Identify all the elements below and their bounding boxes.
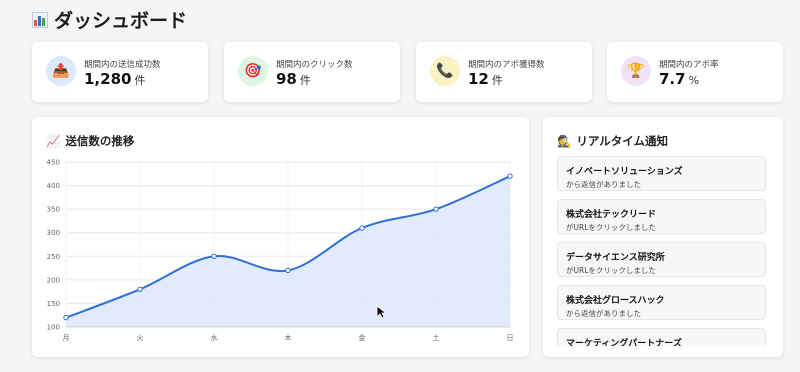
notification-list[interactable]: イノベートソリューションズ から返信がありました 株式会社テックリード がURL… bbox=[557, 156, 766, 346]
x-tick-label: 土 bbox=[433, 333, 440, 342]
data-point bbox=[63, 314, 69, 321]
notification-item[interactable]: 株式会社グロースハック から返信がありました bbox=[557, 285, 766, 320]
notification-item[interactable]: イノベートソリューションズ から返信がありました bbox=[557, 156, 766, 191]
stat-unit: 件 bbox=[491, 74, 503, 87]
data-point bbox=[137, 286, 143, 292]
notification-message: から返信がありました bbox=[566, 180, 641, 189]
x-tick-label: 火 bbox=[137, 334, 144, 342]
stat-number: 1,280 bbox=[84, 70, 132, 88]
notification-item[interactable]: マーケティングパートナーズ bbox=[557, 328, 766, 346]
trophy-icon: 🏆 bbox=[621, 56, 651, 86]
x-tick-label: 月 bbox=[63, 334, 70, 342]
notification-company: データサイエンス研究所 bbox=[566, 253, 665, 263]
y-tick-label: 400 bbox=[47, 182, 60, 190]
y-tick-label: 450 bbox=[47, 159, 60, 167]
data-point bbox=[285, 267, 291, 274]
stat-card-clicks: 🎯 期間内のクリック数 98 件 bbox=[224, 42, 400, 102]
send-trend-card: 📈 送信数の推移 100 150 200 250 300 350 400 450 月火水木金土日 bbox=[32, 117, 529, 357]
stat-label: 期間内のクリック数 bbox=[276, 60, 353, 70]
page-title-area: ダッシュボード bbox=[32, 6, 187, 33]
stat-unit: 件 bbox=[134, 74, 146, 87]
target-icon: 🎯 bbox=[238, 56, 268, 86]
stat-card-appointments: 📞 期間内のアポ獲得数 12 件 bbox=[416, 42, 592, 102]
stat-number: 98 bbox=[276, 70, 297, 88]
notification-company: 株式会社テックリード bbox=[566, 210, 657, 220]
stat-value: 12 件 bbox=[468, 70, 503, 88]
notification-company: マーケティングパートナーズ bbox=[566, 339, 682, 346]
notification-company: 株式会社グロースハック bbox=[566, 296, 665, 306]
data-point bbox=[433, 206, 439, 212]
y-tick-label: 100 bbox=[47, 324, 60, 332]
x-tick-label: 金 bbox=[359, 333, 366, 342]
stat-label: 期間内の送信成功数 bbox=[84, 60, 161, 70]
y-tick-label: 350 bbox=[47, 206, 60, 214]
mouse-cursor-icon bbox=[376, 305, 386, 319]
stat-unit: % bbox=[688, 74, 700, 87]
stat-value: 98 件 bbox=[276, 70, 311, 88]
outbox-tray-icon: 📤 bbox=[46, 56, 76, 86]
page-title: ダッシュボード bbox=[54, 10, 188, 32]
notification-message: から返信がありました bbox=[566, 309, 641, 318]
stat-label: 期間内のアポ獲得数 bbox=[468, 60, 545, 70]
data-point bbox=[211, 253, 217, 259]
stat-number: 7.7 bbox=[659, 70, 686, 88]
data-point bbox=[359, 225, 365, 231]
notifications-title: リアルタイム通知 bbox=[576, 134, 668, 148]
x-tick-label: 水 bbox=[211, 333, 218, 342]
y-tick-label: 250 bbox=[47, 253, 60, 261]
notifications-section-title: 🕵 リアルタイム通知 bbox=[557, 133, 668, 149]
send-trend-chart: 100 150 200 250 300 350 400 450 月 火 水 木 金 土 日 bbox=[47, 159, 514, 343]
y-tick-label: 150 bbox=[47, 300, 60, 308]
notification-message: がURLをクリックしました bbox=[566, 223, 656, 232]
bar-chart-icon bbox=[32, 11, 48, 28]
stat-card-sent: 📤 期間内の送信成功数 1,280 件 bbox=[32, 42, 208, 102]
stat-label: 期間内のアポ率 bbox=[659, 60, 719, 70]
realtime-notifications-card: 🕵 リアルタイム通知 イノベートソリューションズ から返信がありました 株式会社… bbox=[543, 117, 783, 357]
x-tick-label: 日 bbox=[507, 334, 514, 342]
stat-value: 7.7% bbox=[659, 70, 699, 88]
notification-item[interactable]: 株式会社テックリード がURLをクリックしました bbox=[557, 199, 766, 234]
y-tick-label: 300 bbox=[47, 229, 60, 237]
y-tick-label: 200 bbox=[47, 276, 60, 284]
stat-number: 12 bbox=[468, 70, 489, 88]
detective-icon: 🕵 bbox=[557, 134, 572, 148]
notification-company: イノベートソリューションズ bbox=[566, 167, 683, 177]
x-tick-label: 木 bbox=[285, 333, 292, 342]
notification-item[interactable]: データサイエンス研究所 がURLをクリックしました bbox=[557, 242, 766, 277]
stat-value: 1,280 件 bbox=[84, 70, 145, 88]
notification-message: がURLをクリックしました bbox=[566, 266, 656, 275]
telephone-icon: 📞 bbox=[430, 56, 460, 86]
stat-unit: 件 bbox=[299, 74, 311, 87]
data-point bbox=[507, 173, 513, 179]
stat-card-appointment-rate: 🏆 期間内のアポ率 7.7% bbox=[607, 42, 783, 102]
